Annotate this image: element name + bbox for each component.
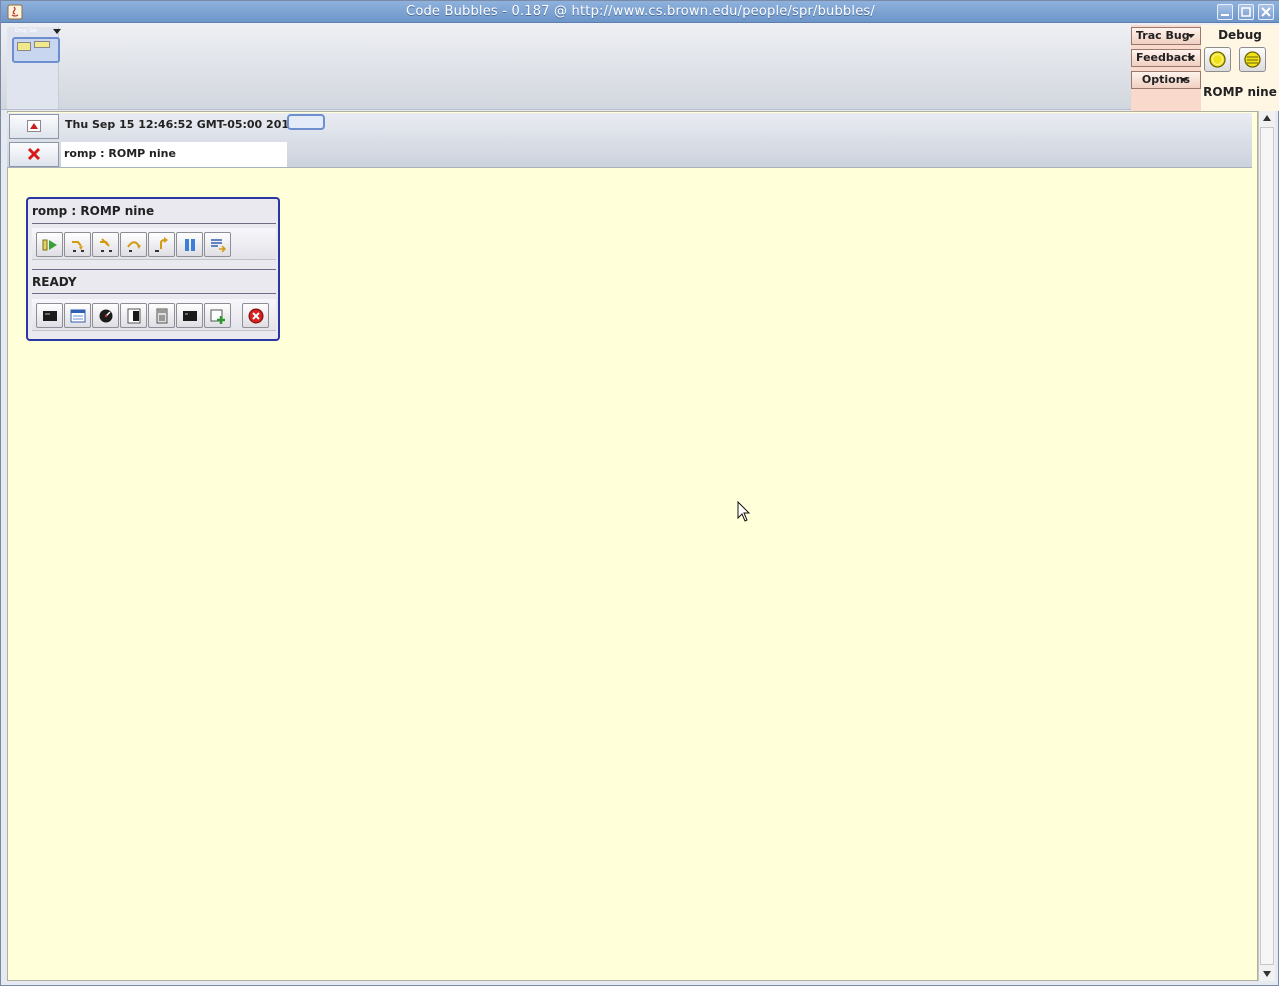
vertical-scrollbar[interactable] xyxy=(1258,111,1275,981)
launch-config-label: ROMP nine xyxy=(1203,85,1277,99)
chevron-down-icon xyxy=(1187,56,1195,60)
task-thumbnail[interactable] xyxy=(287,114,325,130)
history-button[interactable] xyxy=(120,303,147,328)
calculator-button[interactable] xyxy=(148,303,175,328)
close-button[interactable] xyxy=(1258,4,1274,20)
add-view-button[interactable] xyxy=(204,303,231,328)
threads-icon xyxy=(70,309,86,323)
task-history-bar: Thu Sep 15 12:46:52 GMT-05:00 2011 romp … xyxy=(7,113,1252,168)
launch-status: READY xyxy=(32,275,77,289)
performance-icon xyxy=(99,309,113,323)
maximize-icon xyxy=(1241,7,1251,17)
console-button[interactable] xyxy=(36,303,63,328)
pause-button[interactable] xyxy=(176,232,203,257)
divider xyxy=(32,223,276,224)
threads-button[interactable] xyxy=(64,303,91,328)
close-icon xyxy=(27,147,41,161)
history-icon xyxy=(127,308,141,324)
chevron-down-icon xyxy=(1187,34,1195,38)
add-view-icon xyxy=(210,309,225,324)
triangle-up-icon xyxy=(27,120,41,132)
menu-pane: Trac Bug Feedback Options xyxy=(1131,25,1201,111)
maximize-button[interactable] xyxy=(1238,4,1254,20)
step-user-button[interactable] xyxy=(92,232,119,257)
resume-button[interactable] xyxy=(36,232,63,257)
drop-to-frame-icon xyxy=(211,239,226,253)
remove-task-button[interactable] xyxy=(9,142,59,167)
drop-to-frame-button[interactable] xyxy=(204,232,231,257)
overview-dropdown-icon[interactable] xyxy=(53,29,61,34)
task-name[interactable]: romp : ROMP nine xyxy=(61,142,287,167)
terminate-button[interactable] xyxy=(242,303,269,328)
calculator-icon xyxy=(156,308,168,324)
collapse-button[interactable] xyxy=(9,114,59,139)
overview-bubble-thumb xyxy=(17,42,31,51)
scrollbar-thumb[interactable] xyxy=(1260,127,1274,965)
overview-bubble-thumb xyxy=(34,41,50,48)
terminal-icon xyxy=(183,311,197,321)
right-button-panel: Trac Bug Feedback Options Debug ROMP nin… xyxy=(1131,25,1279,111)
console-icon xyxy=(43,311,57,321)
mouse-cursor-icon xyxy=(737,501,751,522)
title-bar[interactable]: Code Bubbles - 0.187 @ http://www.cs.bro… xyxy=(1,1,1279,23)
step-over-icon xyxy=(127,241,141,252)
step-over-button[interactable] xyxy=(120,232,147,257)
step-return-icon xyxy=(155,237,168,252)
scroll-down-icon[interactable] xyxy=(1263,971,1271,977)
drop-tab-label: Drop Tab xyxy=(15,28,38,34)
step-into-button[interactable] xyxy=(64,232,91,257)
divider xyxy=(32,269,276,270)
task-timestamp: Thu Sep 15 12:46:52 GMT-05:00 2011 xyxy=(65,118,297,131)
trac-bug-label: Trac Bug xyxy=(1136,29,1190,42)
terminal-button[interactable] xyxy=(176,303,203,328)
close-icon xyxy=(1261,7,1271,17)
launch-button[interactable] xyxy=(1204,47,1231,72)
divider xyxy=(32,293,276,294)
performance-button[interactable] xyxy=(92,303,119,328)
top-panel: Drop Tab Trac Bug Feedback Options Debug… xyxy=(1,23,1279,111)
feedback-menu[interactable]: Feedback xyxy=(1131,49,1201,67)
debug-config-icon xyxy=(1244,51,1261,68)
chevron-down-icon xyxy=(1180,78,1188,82)
scroll-up-icon[interactable] xyxy=(1263,115,1271,121)
minimize-icon xyxy=(1221,14,1229,16)
step-user-icon xyxy=(100,238,112,252)
minimize-button[interactable] xyxy=(1217,4,1233,20)
debug-title: Debug xyxy=(1218,28,1262,42)
step-into-icon xyxy=(72,241,84,252)
trac-bug-menu[interactable]: Trac Bug xyxy=(1131,27,1201,45)
debug-control-toolbar xyxy=(32,228,276,260)
pause-icon xyxy=(185,239,195,251)
options-menu[interactable]: Options xyxy=(1131,71,1201,89)
circle-launch-icon xyxy=(1209,51,1226,68)
debug-pane: Debug ROMP nine xyxy=(1201,25,1279,111)
overview-viewport[interactable] xyxy=(12,37,60,63)
app-window: Code Bubbles - 0.187 @ http://www.cs.bro… xyxy=(0,0,1279,986)
terminate-icon xyxy=(248,308,264,324)
window-title: Code Bubbles - 0.187 @ http://www.cs.bro… xyxy=(406,4,875,19)
view-toolbar xyxy=(32,299,276,331)
launch-bubble[interactable]: romp : ROMP nine READY xyxy=(26,197,280,341)
step-return-button[interactable] xyxy=(148,232,175,257)
workspace-overview[interactable]: Drop Tab xyxy=(7,27,61,109)
debug-config-button[interactable] xyxy=(1239,47,1266,72)
resume-icon xyxy=(42,239,57,251)
bubble-title: romp : ROMP nine xyxy=(32,204,155,218)
